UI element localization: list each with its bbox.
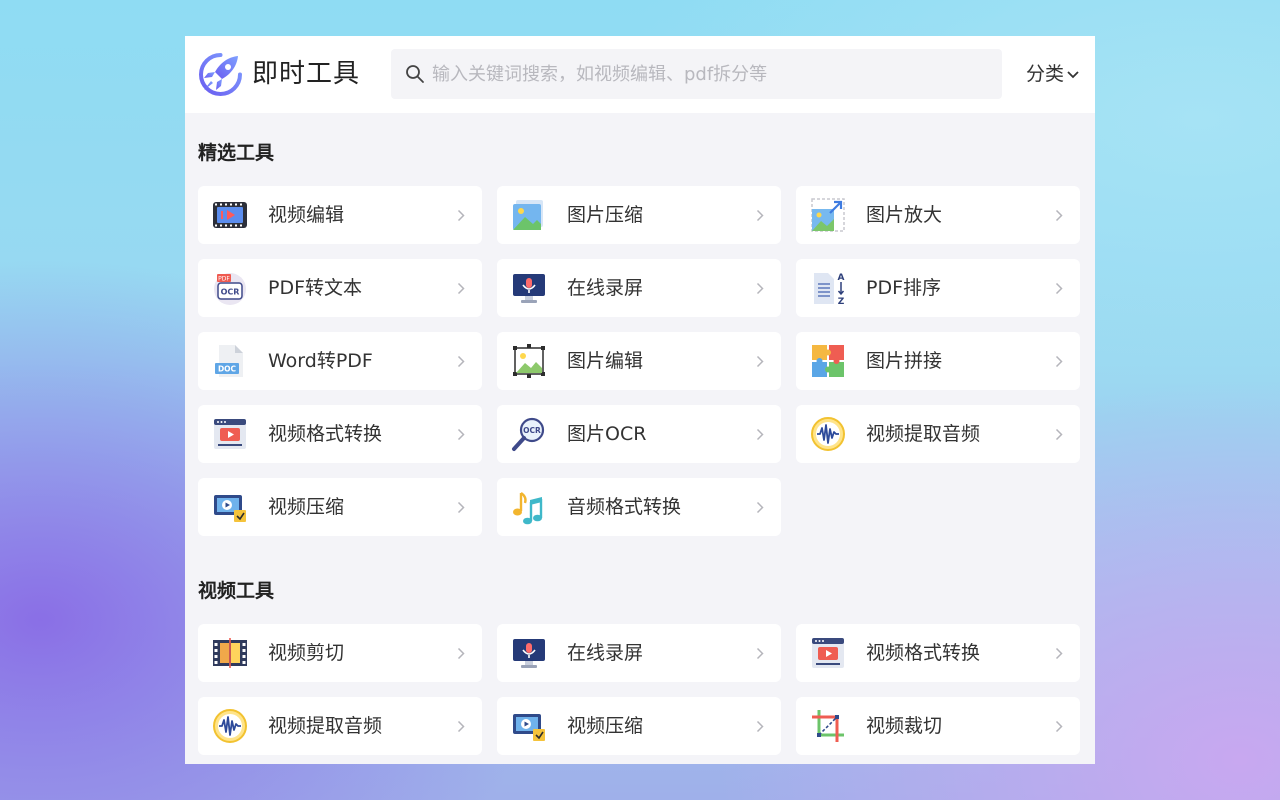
tool-label: 图片编辑	[567, 350, 644, 372]
tool-label: 视频压缩	[567, 715, 644, 737]
tool-card-image-compress[interactable]: 图片压缩	[497, 186, 781, 244]
header: 即时工具 分类	[185, 36, 1095, 113]
app-window: 即时工具 分类 精选工具 视频编辑	[185, 36, 1095, 764]
image-edit-icon	[513, 344, 545, 378]
tool-card-video-compress[interactable]: 视频压缩	[198, 478, 482, 536]
tool-card-video-convert-2[interactable]: 视频格式转换	[796, 624, 1080, 682]
tool-card-pdf-sort[interactable]: A Z PDF排序	[796, 259, 1080, 317]
tool-card-screen-record[interactable]: 在线录屏	[497, 259, 781, 317]
tool-label: 视频提取音频	[866, 423, 981, 445]
chevron-right-icon	[756, 355, 764, 368]
tool-label: 在线录屏	[567, 277, 644, 299]
search-input[interactable]	[432, 49, 992, 99]
chevron-right-icon	[457, 647, 465, 660]
category-label: 分类	[1026, 63, 1065, 85]
svg-text:PDF: PDF	[218, 276, 230, 283]
chevron-right-icon	[1055, 209, 1063, 222]
chevron-right-icon	[457, 209, 465, 222]
tool-card-pdf-to-text[interactable]: PDF OCR PDF转文本	[198, 259, 482, 317]
tool-label: PDF转文本	[268, 277, 363, 299]
audio-wave-icon	[811, 417, 845, 451]
video-compress-icon	[214, 495, 246, 522]
tool-card-image-stitch[interactable]: 图片拼接	[796, 332, 1080, 390]
image-compress-icon	[513, 200, 543, 230]
chevron-right-icon	[457, 355, 465, 368]
tool-label: 视频格式转换	[268, 423, 383, 445]
chevron-right-icon	[756, 501, 764, 514]
tool-label: 视频提取音频	[268, 715, 383, 737]
section-title-featured: 精选工具	[198, 142, 275, 164]
video-convert-icon	[214, 419, 246, 449]
chevron-right-icon	[1055, 647, 1063, 660]
search-icon	[406, 65, 424, 83]
tool-label: 视频剪切	[268, 642, 345, 664]
tool-label: 视频编辑	[268, 204, 345, 226]
video-compress-icon	[513, 714, 545, 741]
chevron-right-icon	[756, 647, 764, 660]
category-dropdown[interactable]: 分类	[1026, 61, 1080, 87]
tool-label: Word转PDF	[268, 350, 373, 372]
chevron-right-icon	[1055, 282, 1063, 295]
chevron-right-icon	[457, 501, 465, 514]
film-strip-icon	[213, 638, 247, 668]
ocr-magnifier-icon: OCR	[512, 417, 545, 451]
chevron-right-icon	[756, 282, 764, 295]
chevron-right-icon	[457, 428, 465, 441]
tool-label: 图片OCR	[567, 423, 647, 445]
search-bar[interactable]	[391, 49, 1002, 99]
section-title-video-tools: 视频工具	[198, 580, 275, 602]
tool-card-extract-audio-2[interactable]: 视频提取音频	[198, 697, 482, 755]
chevron-right-icon	[1055, 720, 1063, 733]
image-enlarge-icon	[811, 198, 845, 232]
tool-card-image-enlarge[interactable]: 图片放大	[796, 186, 1080, 244]
screen-record-icon	[513, 274, 545, 303]
tool-card-audio-convert[interactable]: 音频格式转换	[497, 478, 781, 536]
tool-card-word-to-pdf[interactable]: DOC Word转PDF	[198, 332, 482, 390]
puzzle-icon	[812, 345, 844, 377]
tool-card-extract-audio[interactable]: 视频提取音频	[796, 405, 1080, 463]
svg-text:A: A	[838, 273, 845, 283]
video-convert-icon	[812, 638, 844, 668]
tool-label: PDF排序	[866, 277, 942, 299]
app-title: 即时工具	[252, 59, 361, 89]
screen-record-icon	[513, 639, 545, 668]
tool-label: 在线录屏	[567, 642, 644, 664]
tool-label: 图片压缩	[567, 204, 644, 226]
chevron-right-icon	[1055, 355, 1063, 368]
chevron-right-icon	[457, 282, 465, 295]
chevron-right-icon	[756, 720, 764, 733]
tool-card-video-cut[interactable]: 视频剪切	[198, 624, 482, 682]
chevron-down-icon	[1067, 70, 1079, 78]
audio-wave-icon	[213, 709, 247, 743]
doc-file-icon: DOC	[215, 345, 243, 377]
svg-text:DOC: DOC	[218, 365, 237, 374]
tool-label: 图片拼接	[866, 350, 943, 372]
svg-text:Z: Z	[838, 297, 845, 306]
tool-card-video-crop[interactable]: 视频裁切	[796, 697, 1080, 755]
pdf-sort-icon: A Z	[814, 273, 845, 306]
chevron-right-icon	[1055, 428, 1063, 441]
tool-card-video-compress-2[interactable]: 视频压缩	[497, 697, 781, 755]
tool-card-image-ocr[interactable]: OCR 图片OCR	[497, 405, 781, 463]
chevron-right-icon	[457, 720, 465, 733]
rocket-logo-icon	[199, 53, 242, 96]
svg-text:OCR: OCR	[523, 426, 541, 435]
svg-text:OCR: OCR	[221, 288, 240, 297]
music-notes-icon	[513, 492, 543, 525]
tool-card-image-edit[interactable]: 图片编辑	[497, 332, 781, 390]
tool-label: 音频格式转换	[567, 496, 682, 518]
chevron-right-icon	[756, 209, 764, 222]
video-edit-icon	[213, 202, 247, 228]
tool-card-video-convert[interactable]: 视频格式转换	[198, 405, 482, 463]
tool-card-screen-record-2[interactable]: 在线录屏	[497, 624, 781, 682]
tool-label: 视频格式转换	[866, 642, 981, 664]
pdf-ocr-icon: PDF OCR	[214, 273, 246, 305]
chevron-right-icon	[756, 428, 764, 441]
tool-label: 图片放大	[866, 204, 943, 226]
tool-label: 视频压缩	[268, 496, 345, 518]
tool-card-video-edit[interactable]: 视频编辑	[198, 186, 482, 244]
tool-label: 视频裁切	[866, 715, 943, 737]
crop-icon	[812, 710, 844, 742]
